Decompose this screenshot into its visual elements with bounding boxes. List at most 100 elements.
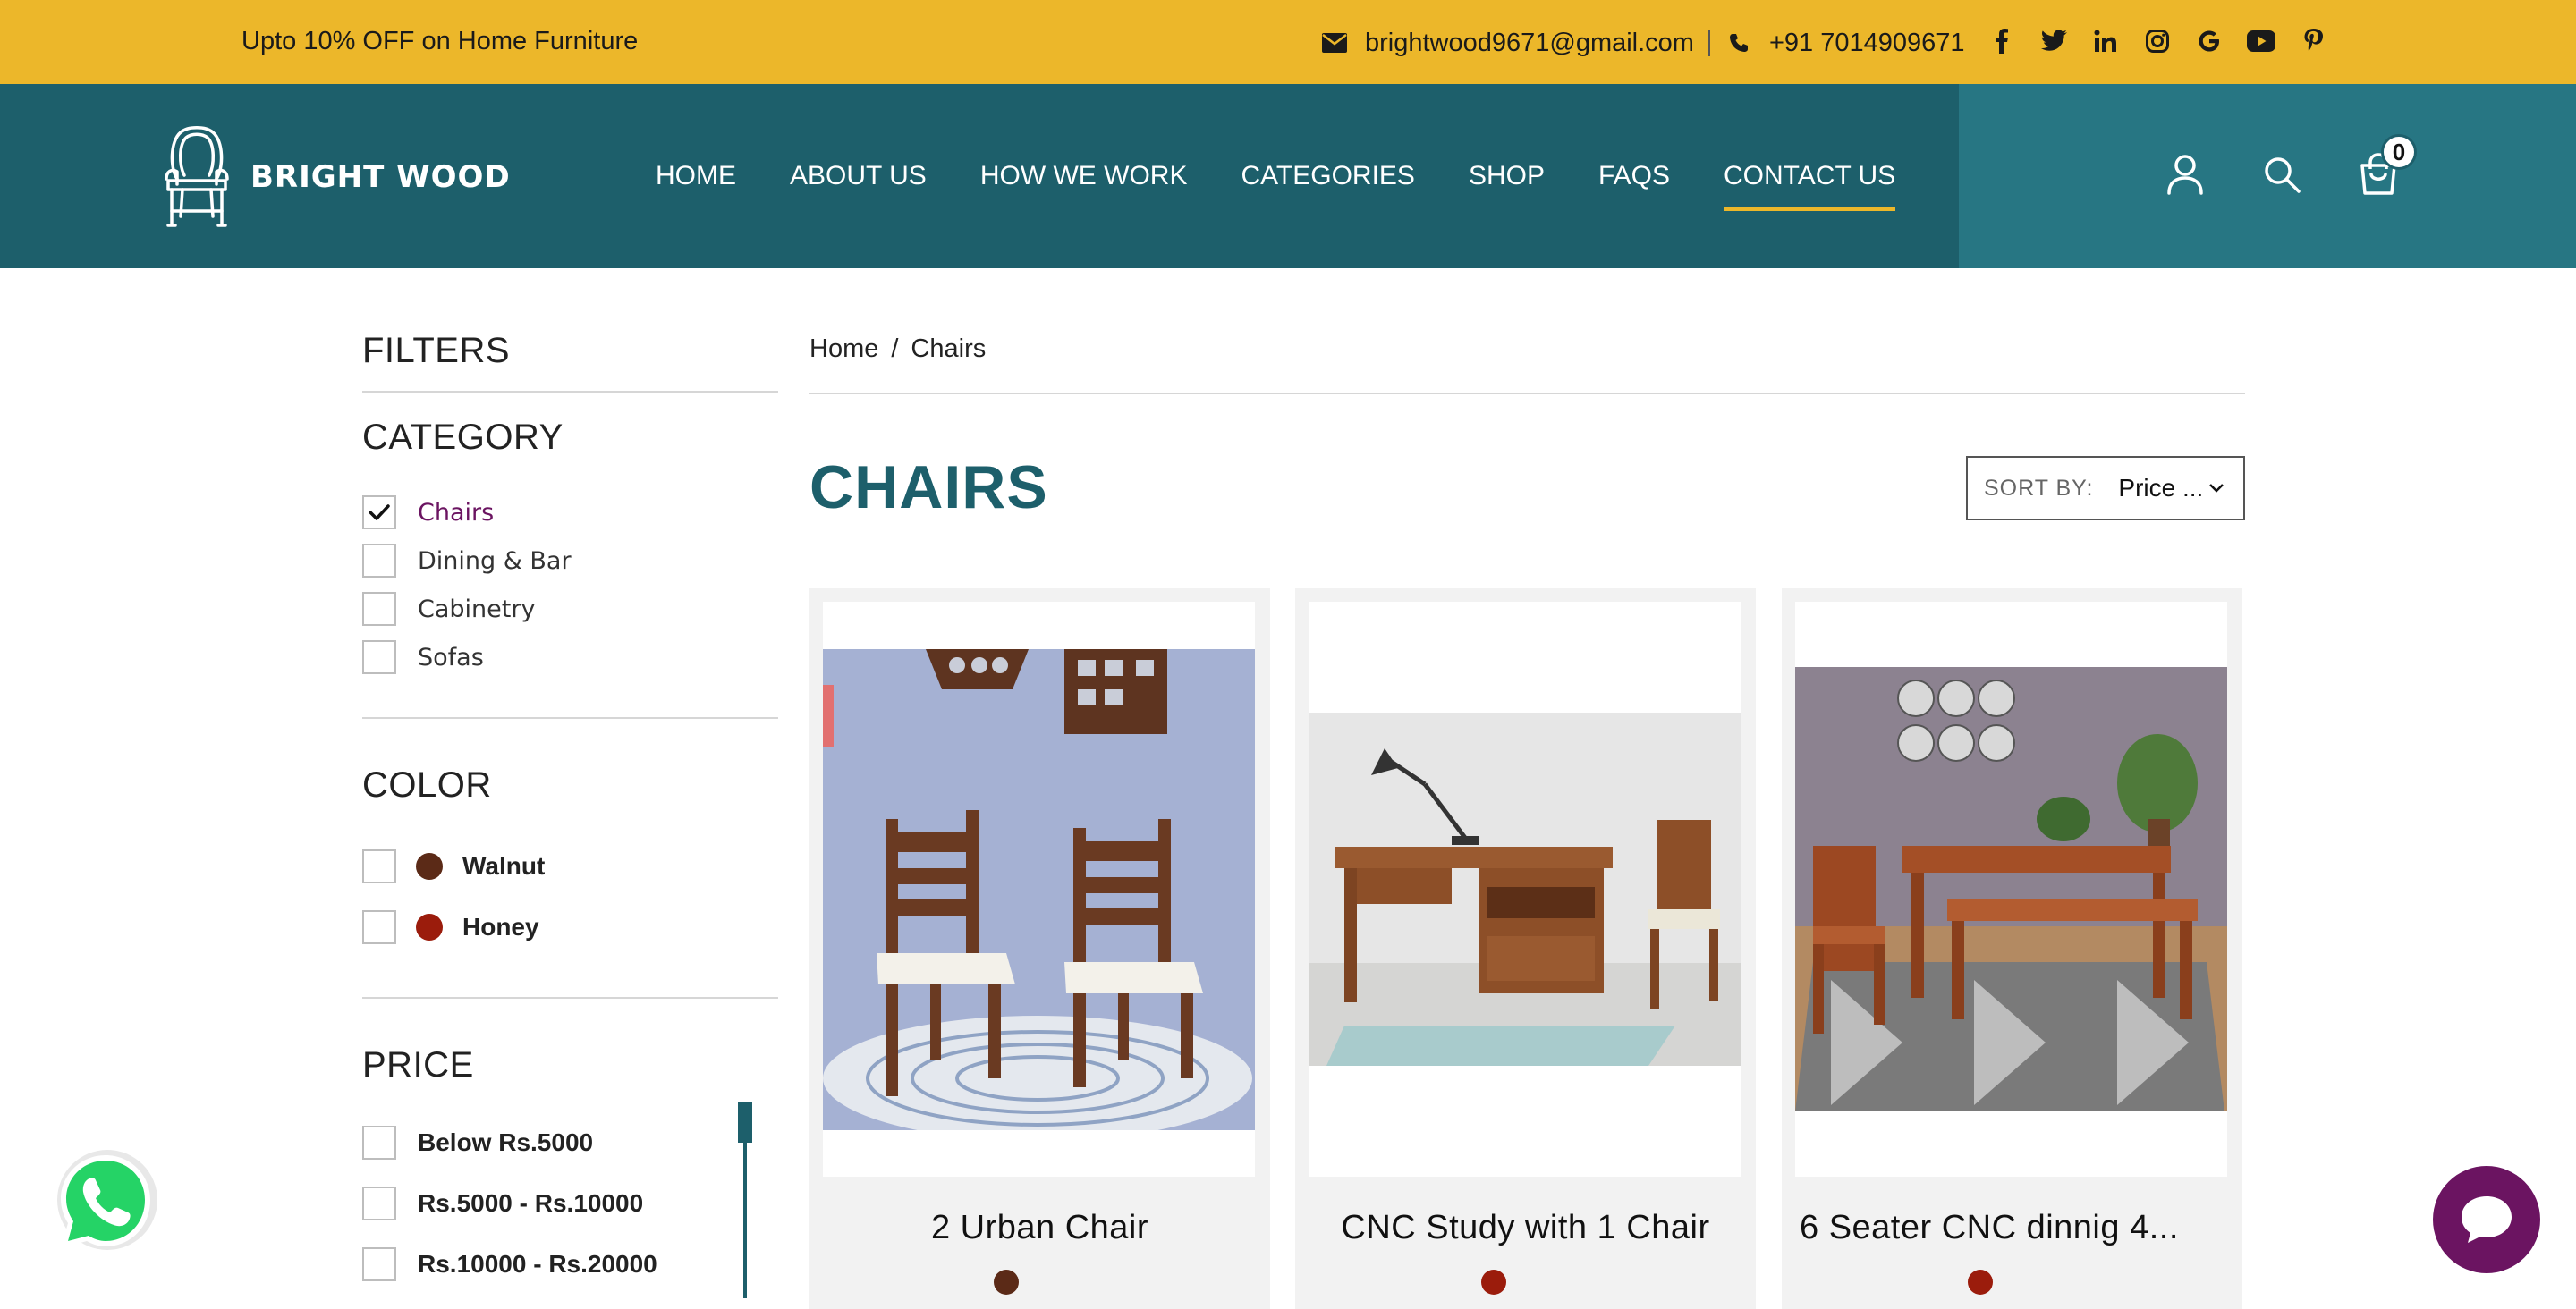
category-list: Chairs Dining & Bar Cabinetry Sofas	[362, 488, 778, 681]
category-label: Chairs	[418, 498, 495, 527]
user-account-icon[interactable]	[2163, 152, 2207, 197]
twitter-icon[interactable]	[2036, 23, 2072, 59]
main-navigation: HOME ABOUT US HOW WE WORK CATEGORIES SHO…	[656, 161, 1949, 211]
logo-text: BRIGHT WOOD	[250, 159, 511, 195]
top-announcement-bar: Upto 10% OFF on Home Furniture brightwoo…	[0, 0, 2576, 84]
nav-shop[interactable]: SHOP	[1469, 161, 1545, 191]
category-item-cabinetry[interactable]: Cabinetry	[362, 585, 778, 633]
product-card[interactable]: CNC Study with 1 Chair	[1295, 588, 1756, 1309]
whatsapp-icon	[57, 1150, 157, 1250]
instagram-icon[interactable]	[2140, 23, 2175, 59]
price-item[interactable]: Rs.10000 - Rs.20000	[362, 1234, 778, 1295]
checkbox[interactable]	[362, 592, 396, 626]
check-icon	[369, 504, 390, 520]
sort-dropdown[interactable]: SORT BY: Price ...	[1966, 456, 2245, 520]
price-list-scrollbar[interactable]	[738, 1102, 752, 1298]
category-item-chairs[interactable]: Chairs	[362, 488, 778, 536]
category-item-dining-bar[interactable]: Dining & Bar	[362, 536, 778, 585]
chevron-down-icon	[2208, 483, 2224, 494]
product-image[interactable]	[823, 602, 1255, 1177]
search-icon[interactable]	[2259, 152, 2304, 197]
price-heading: PRICE	[362, 1045, 474, 1085]
color-swatch[interactable]	[1481, 1270, 1506, 1295]
cart-icon[interactable]: 0	[2356, 134, 2417, 197]
checkbox[interactable]	[362, 1126, 396, 1160]
whatsapp-button[interactable]	[52, 1148, 159, 1255]
category-label: Sofas	[418, 643, 484, 671]
checkbox[interactable]	[362, 910, 396, 944]
facebook-icon[interactable]	[1984, 23, 2020, 59]
divider	[1707, 30, 1710, 56]
product-title[interactable]: 6 Seater CNC dinnig 4...	[1782, 1209, 2242, 1247]
price-label: Rs.10000 - Rs.20000	[418, 1250, 657, 1278]
breadcrumb: Home / Chairs	[809, 334, 986, 364]
checkbox[interactable]	[362, 849, 396, 883]
social-links	[1984, 23, 2331, 59]
color-heading: COLOR	[362, 765, 492, 805]
checkbox[interactable]	[362, 1247, 396, 1281]
google-icon[interactable]	[2191, 23, 2227, 59]
product-card[interactable]: 2 Urban Chair	[809, 588, 1270, 1309]
filters-title: FILTERS	[362, 331, 511, 370]
checkbox-checked[interactable]	[362, 495, 396, 529]
checkbox[interactable]	[362, 1187, 396, 1220]
product-card[interactable]: 6 Seater CNC dinnig 4...	[1782, 588, 2242, 1309]
breadcrumb-separator: /	[891, 334, 899, 363]
chat-button[interactable]	[2433, 1166, 2540, 1273]
sort-value: Price ...	[2118, 474, 2204, 502]
color-swatch[interactable]	[994, 1270, 1019, 1295]
chair-logo-icon	[165, 126, 229, 227]
checkbox[interactable]	[362, 640, 396, 674]
urban-chair-photo	[823, 648, 1255, 1130]
product-image[interactable]	[1795, 602, 2227, 1177]
envelope-icon	[1320, 29, 1349, 57]
site-logo[interactable]: BRIGHT WOOD	[161, 123, 511, 231]
checkbox[interactable]	[362, 544, 396, 578]
nav-faqs[interactable]: FAQS	[1598, 161, 1670, 191]
nav-contact-us[interactable]: CONTACT US	[1724, 161, 1896, 211]
category-heading: CATEGORY	[362, 418, 564, 457]
price-item[interactable]: Rs.5000 - Rs.10000	[362, 1173, 778, 1234]
walnut-swatch	[416, 853, 443, 880]
chat-bubble-icon	[2462, 1196, 2512, 1243]
honey-swatch	[416, 914, 443, 941]
sort-label: SORT BY:	[1984, 475, 2094, 501]
cart-count-badge: 0	[2381, 134, 2417, 170]
color-item-honey[interactable]: Honey	[362, 897, 778, 958]
linkedin-icon[interactable]	[2088, 23, 2123, 59]
promo-text: Upto 10% OFF on Home Furniture	[242, 27, 639, 55]
filters-sidebar: FILTERS CATEGORY Chairs Dining & Bar Cab…	[362, 322, 778, 1298]
category-item-sofas[interactable]: Sofas	[362, 633, 778, 681]
breadcrumb-home-link[interactable]: Home	[809, 334, 878, 364]
nav-categories[interactable]: CATEGORIES	[1241, 161, 1414, 191]
nav-home[interactable]: HOME	[656, 161, 736, 191]
price-list: Below Rs.5000 Rs.5000 - Rs.10000 Rs.1000…	[362, 1102, 778, 1298]
price-item[interactable]: Below Rs.5000	[362, 1112, 778, 1173]
category-label: Dining & Bar	[418, 546, 572, 575]
email-link[interactable]: brightwood9671@gmail.com	[1365, 29, 1694, 58]
header-icons: 0	[2163, 134, 2417, 197]
color-item-walnut[interactable]: Walnut	[362, 836, 778, 897]
phone-link[interactable]: +91 7014909671	[1769, 29, 1965, 58]
nav-how-we-work[interactable]: HOW WE WORK	[980, 161, 1188, 191]
color-list: Walnut Honey	[362, 836, 778, 958]
color-label: Walnut	[462, 852, 546, 880]
pinterest-icon[interactable]	[2295, 23, 2331, 59]
contact-info: brightwood9671@gmail.com +91 7014909671	[1320, 25, 1965, 61]
product-title[interactable]: CNC Study with 1 Chair	[1295, 1209, 1756, 1247]
divider	[809, 393, 2245, 394]
phone-icon	[1724, 29, 1753, 57]
dining-set-photo	[1795, 667, 2227, 1111]
color-label: Honey	[462, 913, 539, 941]
youtube-icon[interactable]	[2243, 23, 2279, 59]
breadcrumb-current: Chairs	[911, 334, 987, 363]
study-table-photo	[1309, 713, 1741, 1066]
product-title[interactable]: 2 Urban Chair	[809, 1209, 1270, 1247]
product-image[interactable]	[1309, 602, 1741, 1177]
price-label: Rs.5000 - Rs.10000	[418, 1189, 644, 1217]
nav-about-us[interactable]: ABOUT US	[790, 161, 927, 191]
category-label: Cabinetry	[418, 595, 536, 623]
page-title: CHAIRS	[809, 453, 1048, 521]
color-swatch[interactable]	[1968, 1270, 1993, 1295]
divider	[362, 997, 778, 999]
